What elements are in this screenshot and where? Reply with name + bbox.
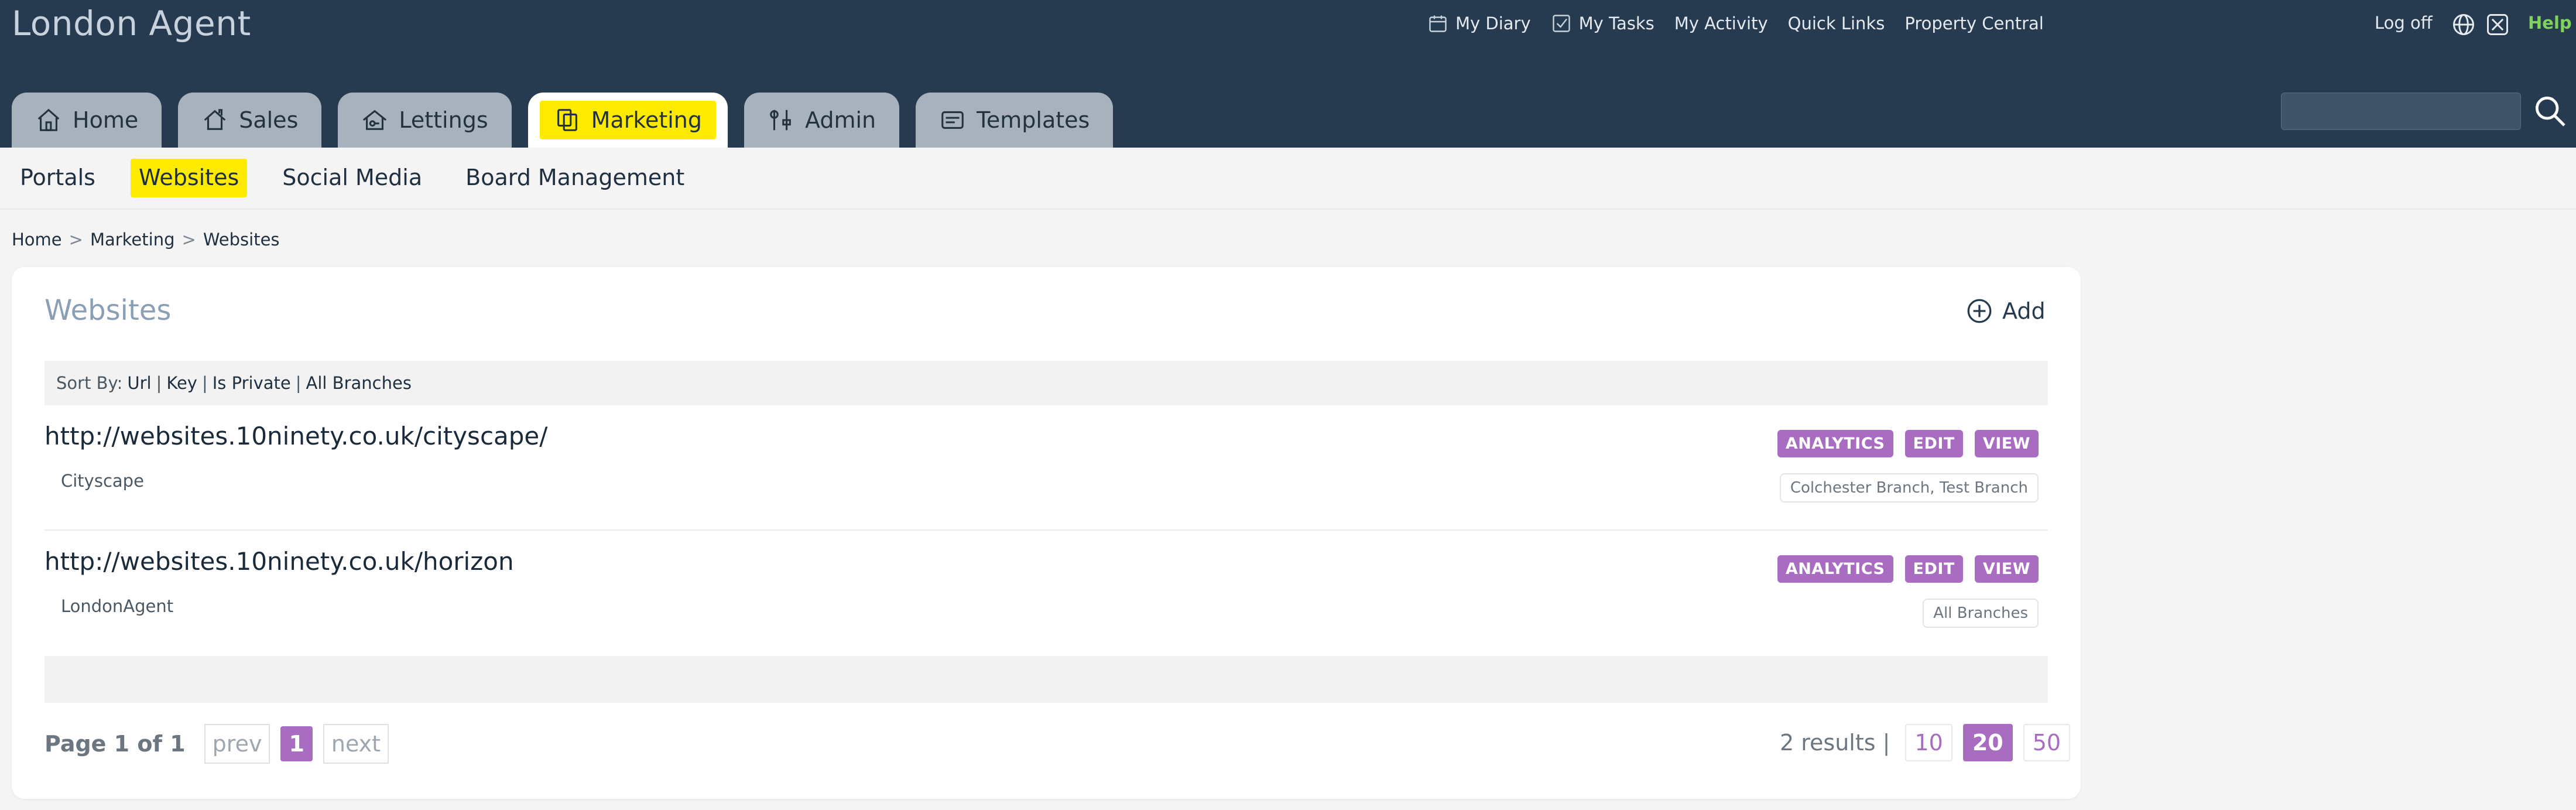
top-links: My Diary My Tasks My Activity Quick Link… <box>1427 13 2044 34</box>
website-key: Cityscape <box>61 471 144 491</box>
edit-button[interactable]: EDIT <box>1904 430 1963 457</box>
tab-admin[interactable]: Admin <box>744 93 900 148</box>
next-page-button[interactable]: next <box>323 724 389 764</box>
calendar-icon <box>1429 15 1447 32</box>
page-size-selector: 2 results | 10 20 50 <box>1780 724 2071 761</box>
page-info: Page 1 of 1 <box>44 731 186 757</box>
website-key: LondonAgent <box>61 596 174 616</box>
help-link[interactable]: Help <box>2528 13 2572 33</box>
branch-tag: Colchester Branch, Test Branch <box>1779 473 2039 503</box>
logoff-link[interactable]: Log off <box>2375 13 2433 33</box>
tab-templates[interactable]: Templates <box>916 93 1114 148</box>
row-actions: ANALYTICS EDIT VIEW <box>1777 430 2039 457</box>
property-central-label: Property Central <box>1904 13 2044 33</box>
key-house-icon <box>363 110 387 130</box>
my-tasks-link[interactable]: My Tasks <box>1551 13 1654 34</box>
tab-lettings[interactable]: Lettings <box>338 93 512 148</box>
website-url[interactable]: http://websites.10ninety.co.uk/horizon <box>44 547 514 576</box>
my-diary-link[interactable]: My Diary <box>1427 13 1531 34</box>
page-size-50[interactable]: 50 <box>2023 724 2071 761</box>
quick-links-label: Quick Links <box>1787 13 1885 33</box>
header: London Agent My Diary My Tasks My Activi… <box>0 0 2576 148</box>
globe-icon[interactable] <box>2451 12 2476 37</box>
property-central-link[interactable]: Property Central <box>1904 13 2044 33</box>
page-size-20[interactable]: 20 <box>1962 724 2013 761</box>
subnav-portals[interactable]: Portals <box>12 159 104 197</box>
page-size-10[interactable]: 10 <box>1905 724 1952 761</box>
current-page[interactable]: 1 <box>280 726 313 761</box>
website-url[interactable]: http://websites.10ninety.co.uk/cityscape… <box>44 422 547 450</box>
sort-divider: | <box>295 373 302 393</box>
breadcrumb-home[interactable]: Home <box>12 230 62 250</box>
search-input[interactable] <box>2281 93 2521 130</box>
main-tabs: Home Sales Lettings Marketing Admin Temp… <box>12 93 1114 148</box>
sort-bar: Sort By: Url | Key | Is Private | All Br… <box>44 361 2048 405</box>
app-title: London Agent <box>12 4 251 43</box>
breadcrumb-current: Websites <box>203 230 280 250</box>
documents-icon <box>557 109 577 131</box>
tab-sales-label: Sales <box>239 107 299 133</box>
my-activity-label: My Activity <box>1674 13 1768 33</box>
branch-tag: All Branches <box>1923 599 2039 628</box>
add-website-button[interactable]: Add <box>1965 296 2046 326</box>
prev-page-button[interactable]: prev <box>204 724 270 764</box>
add-label: Add <box>2002 298 2046 324</box>
breadcrumb: Home > Marketing > Websites <box>12 230 280 250</box>
sort-all-branches[interactable]: All Branches <box>306 373 412 393</box>
tab-marketing[interactable]: Marketing <box>527 93 728 148</box>
tools-icon <box>770 110 791 131</box>
search-icon[interactable] <box>2532 93 2569 130</box>
tab-home[interactable]: Home <box>12 93 162 148</box>
sort-prefix: Sort By: <box>56 373 123 393</box>
tab-home-label: Home <box>73 107 139 133</box>
analytics-button[interactable]: ANALYTICS <box>1777 430 1893 457</box>
pagination: Page 1 of 1 prev 1 next <box>44 724 389 764</box>
tab-sales[interactable]: Sales <box>178 93 322 148</box>
sort-divider: | <box>156 373 162 393</box>
my-tasks-label: My Tasks <box>1578 13 1654 33</box>
panel-title: Websites <box>44 294 172 327</box>
sort-url[interactable]: Url <box>127 373 151 393</box>
breadcrumb-marketing[interactable]: Marketing <box>90 230 175 250</box>
edit-button[interactable]: EDIT <box>1904 555 1963 583</box>
tab-marketing-highlight: Marketing <box>539 101 717 139</box>
sort-is-private[interactable]: Is Private <box>213 373 291 393</box>
plus-circle-icon <box>1967 299 1992 323</box>
checkbox-icon <box>1552 15 1570 32</box>
tab-templates-label: Templates <box>977 107 1090 133</box>
quick-links-link[interactable]: Quick Links <box>1788 13 1885 33</box>
my-activity-link[interactable]: My Activity <box>1674 13 1768 33</box>
view-button[interactable]: VIEW <box>1974 430 2039 457</box>
list-footer-bar <box>44 656 2048 703</box>
house-icon <box>204 109 226 130</box>
my-diary-label: My Diary <box>1455 13 1531 33</box>
view-button[interactable]: VIEW <box>1974 555 2039 583</box>
list-item: http://websites.10ninety.co.uk/horizon L… <box>44 532 2048 656</box>
analytics-button[interactable]: ANALYTICS <box>1777 555 1893 583</box>
tab-marketing-label: Marketing <box>591 107 703 133</box>
breadcrumb-separator: > <box>68 230 83 250</box>
sort-key[interactable]: Key <box>166 373 197 393</box>
tab-lettings-label: Lettings <box>399 107 488 133</box>
pdf-template-icon <box>941 111 964 129</box>
results-count: 2 results | <box>1780 730 1890 756</box>
tab-admin-label: Admin <box>805 107 876 133</box>
list-item: http://websites.10ninety.co.uk/cityscape… <box>44 406 2048 531</box>
sort-divider: | <box>201 373 208 393</box>
sub-navigation: Portals Websites Social Media Board Mana… <box>0 148 2576 210</box>
subnav-board-management[interactable]: Board Management <box>457 159 693 197</box>
x-social-icon[interactable] <box>2485 12 2510 37</box>
subnav-websites[interactable]: Websites <box>130 159 248 197</box>
breadcrumb-separator: > <box>181 230 196 250</box>
home-icon <box>37 108 60 131</box>
websites-panel: Websites Add Sort By: Url | Key | Is Pri… <box>12 267 2081 799</box>
subnav-social-media[interactable]: Social Media <box>274 159 430 197</box>
row-actions: ANALYTICS EDIT VIEW <box>1777 555 2039 583</box>
